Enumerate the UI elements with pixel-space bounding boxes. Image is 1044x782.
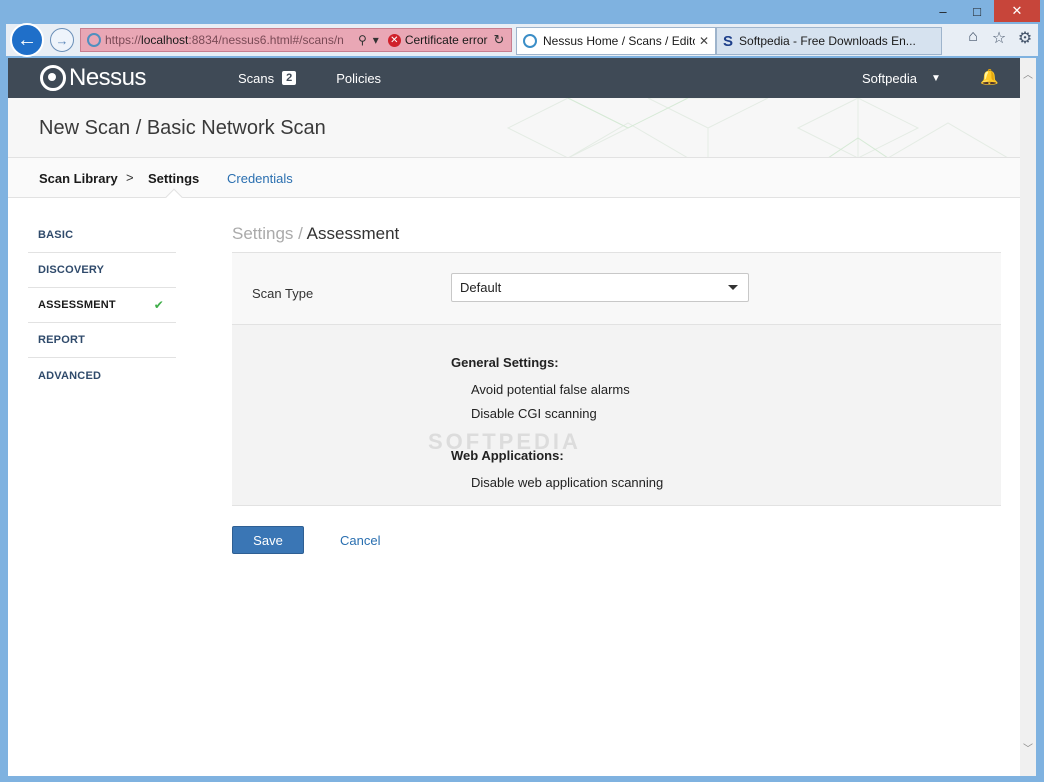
title-band: New Scan / Basic Network Scan (8, 98, 1020, 158)
tab-nessus[interactable]: Nessus Home / Scans / Editor ✕ (516, 27, 716, 55)
nav-policies-label: Policies (336, 70, 382, 86)
scans-count-badge: 2 (282, 71, 297, 85)
sidebar-item-assessment[interactable]: ASSESSMENT ✔ (28, 288, 176, 323)
sidebar-item-discovery[interactable]: DISCOVERY (28, 253, 176, 288)
scan-type-value: Default (460, 280, 502, 295)
save-button[interactable]: Save (232, 526, 304, 554)
sidebar-item-report[interactable]: REPORT (28, 323, 176, 358)
top-navigation: Scans 2 Policies (238, 58, 421, 98)
sidebar-item-label: ASSESSMENT (38, 299, 116, 311)
tab-settings[interactable]: Settings (148, 171, 199, 186)
nessus-logo[interactable]: Nessus (40, 64, 147, 92)
address-url[interactable]: https://localhost:8834/nessus6.html#/sca… (105, 33, 355, 47)
dropdown-arrow-icon (728, 285, 738, 290)
settings-gear-icon[interactable]: ⚙ (1016, 28, 1034, 48)
scan-type-row: Scan Type Default (232, 253, 1001, 325)
back-arrow-icon[interactable]: ← (10, 23, 44, 57)
web-applications-heading: Web Applications: (451, 448, 564, 463)
dropdown-arrow-icon[interactable]: ▾ (373, 33, 379, 47)
chevron-right-icon: > (126, 170, 134, 185)
scroll-down-icon[interactable]: ﹀ (1020, 742, 1036, 758)
section-title-current: Assessment (306, 224, 400, 243)
nav-scans[interactable]: Scans 2 (238, 70, 297, 86)
chevron-down-icon: ✔ (153, 298, 164, 312)
page-viewport: Nessus Scans 2 Policies Softpedia ▼ 🔔 Ne… (8, 58, 1020, 776)
general-setting-item: Avoid potential false alarms (471, 382, 630, 397)
page-title: New Scan / Basic Network Scan (39, 117, 326, 139)
tab-softpedia[interactable]: S Softpedia - Free Downloads En... (716, 27, 942, 55)
scroll-up-icon[interactable]: ︿ (1020, 68, 1036, 84)
tab-label: Softpedia - Free Downloads En... (739, 34, 916, 48)
section-title-parent: Settings / (232, 224, 303, 243)
tab-credentials[interactable]: Credentials (227, 171, 293, 186)
browser-window: – □ ✕ ← → https://localhost:8834/nessus6… (0, 0, 1044, 782)
breadcrumb-scan-library[interactable]: Scan Library (39, 171, 118, 186)
user-menu[interactable]: Softpedia ▼ (862, 58, 941, 98)
address-bar[interactable]: https://localhost:8834/nessus6.html#/sca… (80, 28, 512, 52)
favorites-star-icon[interactable]: ☆ (990, 28, 1008, 48)
scan-type-select[interactable]: Default (451, 273, 749, 302)
vertical-scrollbar[interactable]: ︿ ﹀ (1020, 58, 1036, 776)
browser-toolbar: ← → https://localhost:8834/nessus6.html#… (6, 23, 1038, 57)
assessment-panel: Scan Type Default General Settings: Avoi… (232, 252, 1001, 506)
user-name: Softpedia (862, 70, 917, 86)
sidebar-item-label: REPORT (38, 334, 86, 346)
site-icon (87, 33, 101, 47)
refresh-icon[interactable]: ↻ (494, 32, 505, 48)
sidebar-item-label: DISCOVERY (38, 264, 105, 276)
minimize-button[interactable]: – (926, 0, 960, 22)
nessus-tab-icon (523, 34, 537, 48)
general-settings-heading: General Settings: (451, 355, 559, 370)
nessus-header: Nessus Scans 2 Policies Softpedia ▼ 🔔 (8, 58, 1020, 98)
logo-text: Nessus (69, 64, 147, 91)
certificate-error-icon[interactable]: ✕ (387, 33, 401, 47)
web-application-item: Disable web application scanning (471, 475, 664, 490)
sidebar-item-label: ADVANCED (38, 369, 102, 382)
active-tab-pointer (165, 188, 183, 206)
nav-scans-label: Scans (238, 70, 275, 86)
sidebar-item-basic[interactable]: BASIC (28, 218, 176, 253)
settings-sidebar: BASIC DISCOVERY ASSESSMENT ✔ REPORT ADVAN… (28, 218, 176, 393)
browser-icons: ⌂ ☆ ⚙ (964, 28, 1034, 48)
softpedia-tab-icon: S (723, 32, 734, 50)
search-icon[interactable]: ⚲ (358, 33, 367, 47)
nav-policies[interactable]: Policies (336, 71, 381, 86)
home-icon[interactable]: ⌂ (964, 28, 982, 48)
close-window-button[interactable]: ✕ (994, 0, 1040, 22)
certificate-error-label[interactable]: Certificate error (405, 33, 488, 47)
tab-label: Nessus Home / Scans / Editor (543, 34, 695, 48)
cancel-button[interactable]: Cancel (340, 533, 380, 548)
close-tab-icon[interactable]: ✕ (699, 34, 709, 48)
forward-arrow-icon[interactable]: → (50, 28, 74, 52)
sidebar-item-advanced[interactable]: ADVANCED (28, 358, 176, 393)
window-controls: – □ ✕ (926, 0, 1040, 24)
caret-down-icon: ▼ (930, 72, 941, 84)
general-setting-item: Disable CGI scanning (471, 406, 597, 421)
notifications-bell-icon[interactable]: 🔔 (980, 68, 999, 86)
sidebar-item-label: BASIC (38, 229, 74, 241)
section-title: Settings / Assessment (232, 224, 399, 244)
scan-type-label: Scan Type (252, 286, 314, 301)
maximize-button[interactable]: □ (960, 0, 994, 22)
breadcrumb: Scan Library > Settings Credentials (8, 158, 1020, 206)
nessus-logo-icon (40, 65, 66, 91)
